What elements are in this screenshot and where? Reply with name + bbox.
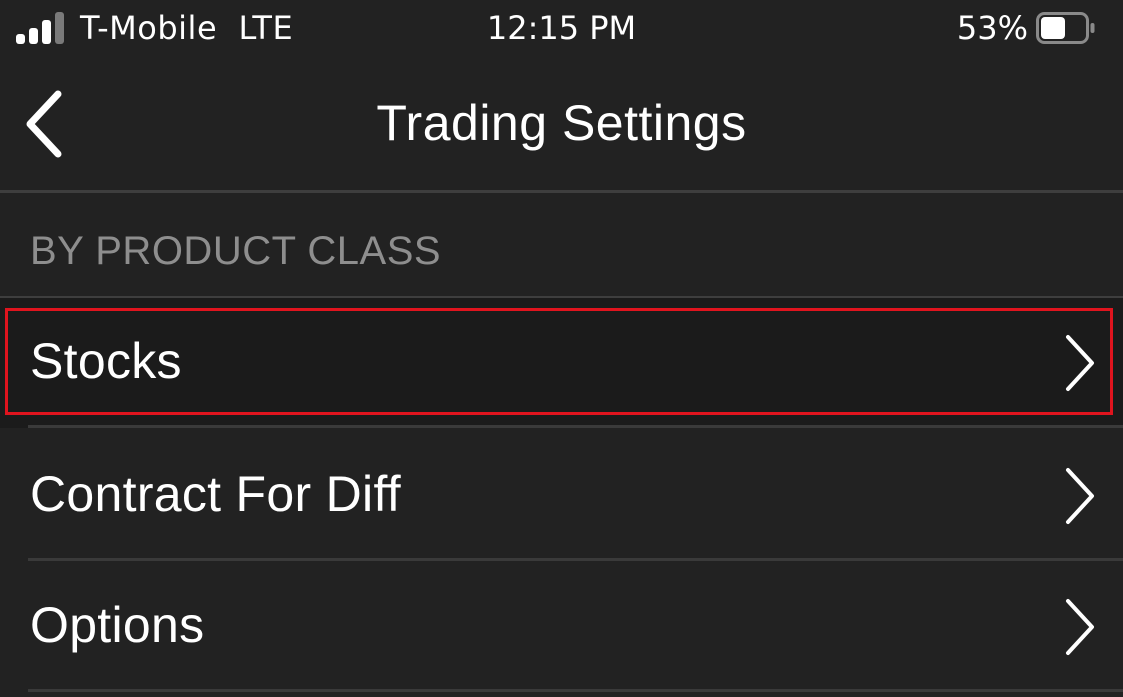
battery-percentage: 53% [956, 9, 1028, 47]
row-divider [28, 689, 1123, 692]
list-item-contract-for-diff[interactable]: Contract For Diff [0, 431, 1123, 561]
chevron-right-icon [1066, 468, 1094, 524]
chevron-right-icon [1066, 335, 1094, 391]
list-item-label: Options [30, 597, 205, 653]
list-item-label: Stocks [30, 333, 182, 389]
list-item-label: Contract For Diff [30, 466, 401, 522]
list-item-options[interactable]: Options [0, 562, 1123, 692]
clock: 12:15 PM [486, 9, 637, 47]
row-divider [28, 558, 1123, 561]
page-title: Trading Settings [376, 95, 747, 151]
navigation-bar: Trading Settings [0, 62, 1123, 191]
battery-icon [1036, 12, 1095, 44]
section-header: BY PRODUCT CLASS [30, 229, 442, 273]
nav-divider [0, 190, 1123, 193]
chevron-right-icon [1066, 599, 1094, 655]
row-divider [28, 425, 1123, 428]
list-item-stocks[interactable]: Stocks [0, 298, 1123, 428]
status-bar: T-Mobile LTE 12:15 PM 53% [0, 0, 1123, 62]
